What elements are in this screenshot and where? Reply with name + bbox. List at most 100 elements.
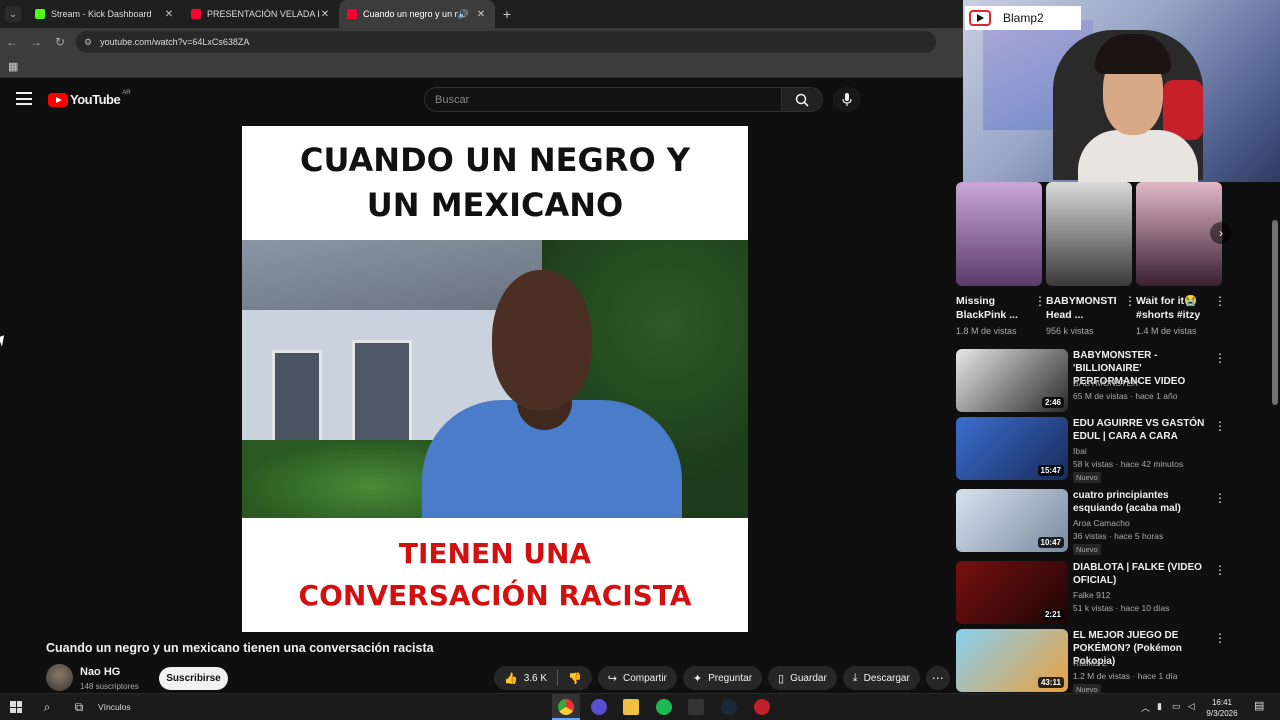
epic-games-icon[interactable] bbox=[688, 699, 704, 715]
spotify-icon[interactable] bbox=[656, 699, 672, 715]
tab-kick-dashboard[interactable]: Stream - Kick Dashboard ✕ bbox=[27, 0, 183, 28]
video-caption-top: CUANDO UN NEGRO Y UN MEXICANO bbox=[300, 141, 690, 224]
tab-title: Stream - Kick Dashboard bbox=[51, 9, 152, 19]
more-options-icon[interactable]: ⋮ bbox=[1214, 294, 1226, 308]
search-icon bbox=[795, 93, 809, 107]
video-thumbnail[interactable]: 2:46 bbox=[956, 349, 1068, 412]
channel-name[interactable]: Falke 912 bbox=[1073, 590, 1110, 600]
bookmarks-bar: ▦ bbox=[0, 56, 963, 78]
volume-icon[interactable]: ◁ bbox=[1188, 701, 1195, 712]
download-button[interactable]: ⤓ Descargar bbox=[842, 666, 920, 690]
channel-avatar[interactable] bbox=[46, 664, 73, 691]
tab-close-icon[interactable]: ✕ bbox=[319, 9, 331, 20]
more-options-icon[interactable]: ⋮ bbox=[1214, 631, 1226, 645]
file-explorer-icon[interactable] bbox=[623, 699, 639, 715]
search-button[interactable] bbox=[781, 87, 823, 112]
tab-current-video[interactable]: Cuando un negro y un mexicano 🔊 ✕ bbox=[339, 0, 495, 28]
like-dislike-group: 👍 3.6 K 👎 bbox=[494, 666, 592, 690]
steam-icon[interactable] bbox=[721, 699, 737, 715]
microphone-icon bbox=[842, 92, 852, 106]
channel-name[interactable]: BABYMONSTER bbox=[1073, 378, 1138, 388]
share-button[interactable]: ↪ Compartir bbox=[597, 666, 677, 690]
network-icon[interactable]: ▭ bbox=[1172, 701, 1181, 712]
forward-icon[interactable]: → bbox=[24, 35, 48, 49]
recommendation-item[interactable]: 15:47 EDU AGUIRRE VS GASTÓN EDUL | CARA … bbox=[956, 417, 1236, 483]
more-options-icon[interactable]: ⋮ bbox=[1214, 419, 1226, 433]
recording-app-icon[interactable] bbox=[754, 699, 770, 715]
tab-search-icon[interactable]: ⌄ bbox=[5, 6, 21, 22]
channel-name[interactable]: Nao HG bbox=[80, 666, 120, 678]
short-item[interactable]: Wait for it😭 #shorts #itzy 1.4 M de vist… bbox=[1136, 182, 1226, 336]
video-thumbnail[interactable]: 10:47 bbox=[956, 489, 1068, 552]
video-thumbnail[interactable]: 43:11 bbox=[956, 629, 1068, 692]
page-scrollbar[interactable] bbox=[1272, 120, 1278, 680]
short-views: 1.8 M de vistas bbox=[956, 326, 1017, 336]
video-title[interactable]: EDU AGUIRRE VS GASTÓN EDUL | CARA A CARA bbox=[1073, 417, 1213, 443]
site-info-icon[interactable]: ⚙ bbox=[84, 37, 92, 48]
more-actions-icon[interactable]: ⋯ bbox=[925, 666, 950, 690]
video-title[interactable]: cuatro principiantes esquiando (acaba ma… bbox=[1073, 489, 1213, 515]
search-icon[interactable]: ⌕ bbox=[40, 700, 54, 714]
video-thumbnail[interactable]: 2:21 bbox=[956, 561, 1068, 624]
tab-close-icon[interactable]: ✕ bbox=[163, 9, 175, 20]
like-button[interactable]: 👍 3.6 K bbox=[494, 666, 557, 690]
recommendation-item[interactable]: 10:47 cuatro principiantes esquiando (ac… bbox=[956, 489, 1236, 555]
reload-icon[interactable]: ↻ bbox=[48, 35, 72, 49]
windows-start-icon[interactable] bbox=[10, 701, 22, 713]
shorts-next-arrow-icon[interactable]: › bbox=[1210, 222, 1232, 244]
house-window bbox=[352, 340, 412, 450]
recommendation-item[interactable]: 43:11 EL MEJOR JUEGO DE POKÉMON? (Pokémo… bbox=[956, 629, 1236, 695]
recommendation-item[interactable]: 2:21 DIABLOTA | FALKE (VIDEO OFICIAL) Fa… bbox=[956, 561, 1236, 625]
voice-search-button[interactable] bbox=[833, 87, 861, 112]
tray-chevron-icon[interactable]: ︿ bbox=[1141, 701, 1150, 714]
url-field[interactable]: ⚙ youtube.com/watch?v=64LxCs638ZA bbox=[76, 31, 936, 53]
microphone-tray-icon[interactable]: ▮ bbox=[1157, 701, 1162, 712]
youtube-logo[interactable]: YouTube AR bbox=[48, 90, 131, 107]
short-title[interactable]: Wait for it😭 #shorts #itzy bbox=[1136, 294, 1206, 322]
short-item[interactable]: Missing BlackPink ... 1.8 M de vistas ⋮ bbox=[956, 182, 1046, 336]
ask-button[interactable]: ✦ Preguntar bbox=[682, 666, 763, 690]
recommendation-item[interactable]: 2:46 BABYMONSTER - 'BILLIONAIRE' PERFORM… bbox=[956, 349, 1236, 413]
video-meta: 36 vistas · hace 5 horas bbox=[1073, 531, 1164, 541]
video-thumbnail[interactable]: 15:47 bbox=[956, 417, 1068, 480]
video-player[interactable]: CUANDO UN NEGRO Y UN MEXICANO TIENEN UNA… bbox=[242, 126, 748, 632]
more-options-icon[interactable]: ⋮ bbox=[1214, 491, 1226, 505]
tab-presentacion[interactable]: PRESENTACIÓN VELADA DEL AÑ ✕ bbox=[183, 0, 339, 28]
task-view-icon[interactable]: ⧉ bbox=[72, 700, 86, 714]
chrome-icon[interactable] bbox=[558, 699, 574, 715]
obs-icon[interactable] bbox=[591, 699, 607, 715]
new-tab-button[interactable]: + bbox=[495, 6, 519, 22]
channel-name[interactable]: Ibai bbox=[1073, 446, 1087, 456]
video-title[interactable]: DIABLOTA | FALKE (VIDEO OFICIAL) bbox=[1073, 561, 1213, 587]
short-title[interactable]: Missing BlackPink ... bbox=[956, 294, 1026, 322]
more-options-icon[interactable]: ⋮ bbox=[1124, 294, 1136, 308]
video-duration: 2:21 bbox=[1041, 609, 1064, 620]
short-thumbnail[interactable] bbox=[956, 182, 1042, 286]
back-icon[interactable]: ← bbox=[0, 35, 24, 49]
short-thumbnail[interactable] bbox=[1046, 182, 1132, 286]
system-clock[interactable]: 16:41 9/3/2026 bbox=[1200, 697, 1244, 719]
channel-name[interactable]: Rubius Z bbox=[1073, 658, 1107, 668]
video-caption-bottom: TIENEN UNA CONVERSACIÓN RACISTA bbox=[298, 537, 692, 612]
taskbar-links-label[interactable]: Vínculos bbox=[98, 702, 131, 712]
short-item[interactable]: BABYMONSTER Head ... 956 k vistas ⋮ bbox=[1046, 182, 1136, 336]
subscribe-button[interactable]: Suscribirse bbox=[159, 667, 228, 690]
tab-title: Cuando un negro y un mexicano bbox=[363, 9, 458, 19]
more-options-icon[interactable]: ⋮ bbox=[1214, 563, 1226, 577]
more-options-icon[interactable]: ⋮ bbox=[1214, 351, 1226, 365]
save-button[interactable]: ▯ Guardar bbox=[768, 666, 837, 690]
search-input[interactable]: Buscar bbox=[424, 87, 782, 112]
shorts-shelf: Missing BlackPink ... 1.8 M de vistas ⋮ … bbox=[956, 182, 1256, 342]
notification-icon[interactable]: ▤ bbox=[1254, 699, 1264, 712]
short-views: 1.4 M de vistas bbox=[1136, 326, 1197, 336]
more-options-icon[interactable]: ⋮ bbox=[1034, 294, 1046, 308]
channel-name[interactable]: Aroa Camacho bbox=[1073, 518, 1130, 528]
video-title: Cuando un negro y un mexicano tienen una… bbox=[46, 641, 434, 655]
scrollbar-thumb[interactable] bbox=[1272, 220, 1278, 405]
dislike-button[interactable]: 👎 bbox=[558, 666, 592, 690]
speaker-icon[interactable]: 🔊 bbox=[458, 9, 469, 20]
menu-icon[interactable] bbox=[16, 92, 32, 105]
short-title[interactable]: BABYMONSTER Head ... bbox=[1046, 294, 1116, 322]
apps-grid-icon[interactable]: ▦ bbox=[8, 60, 18, 73]
tab-close-icon[interactable]: ✕ bbox=[475, 9, 487, 20]
